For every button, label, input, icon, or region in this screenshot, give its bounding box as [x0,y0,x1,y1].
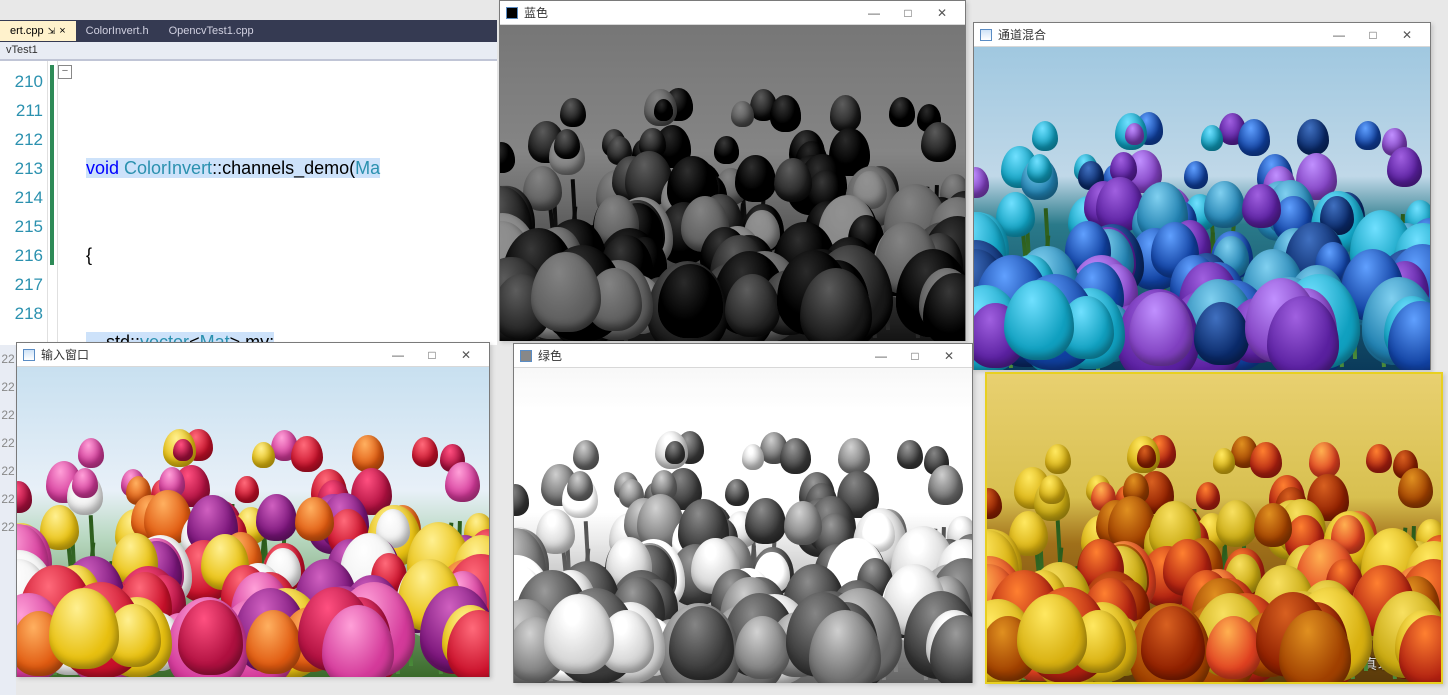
minimize-button[interactable]: — [1322,24,1356,46]
app-icon [980,29,992,41]
minimize-button[interactable]: — [864,345,898,367]
maximize-button[interactable]: □ [891,2,925,24]
maximize-button[interactable]: □ [898,345,932,367]
titlebar[interactable]: 输入窗口 — □ ✕ [17,343,489,367]
window-input[interactable]: 输入窗口 — □ ✕ [16,342,490,677]
window-title: 输入窗口 [41,346,89,363]
window-title: 绿色 [538,347,562,364]
image-input [17,367,489,677]
tab-label: ert.cpp [10,25,44,37]
collapse-toggle[interactable]: − [58,65,72,79]
tab-colorinvert-h[interactable]: ColorInvert.h [76,21,159,41]
close-icon[interactable]: × [59,25,65,37]
app-icon [506,7,518,19]
window-title: 蓝色 [524,4,548,21]
tab-opencvtest1[interactable]: OpencvTest1.cpp [159,21,264,41]
maximize-button[interactable]: □ [1356,24,1390,46]
maximize-button[interactable]: □ [415,344,449,366]
close-button[interactable]: ✕ [1390,24,1424,46]
titlebar[interactable]: 通道混合 — □ ✕ [974,23,1430,47]
window-green-channel[interactable]: 绿色 — □ ✕ [513,343,973,683]
image-green-channel [514,368,972,683]
line-number-gutter: 210211212 213214215 216217218 [0,61,48,345]
code-area[interactable]: − void ColorInvert::channels_demo(Ma { s… [58,61,497,345]
minimize-button[interactable]: — [857,2,891,24]
partial-gutter: 2222 2222 2222 22 [0,345,16,695]
close-button[interactable]: ✕ [932,345,966,367]
close-button[interactable]: ✕ [449,344,483,366]
app-icon [23,349,35,361]
titlebar[interactable]: 绿色 — □ ✕ [514,344,972,368]
code-editor[interactable]: 210211212 213214215 216217218 − void Col… [0,60,497,345]
window-rg-output[interactable]: CSDN @怕什么真理无穷 [985,372,1443,684]
image-rg: CSDN @怕什么真理无穷 [987,374,1441,682]
titlebar[interactable]: 蓝色 — □ ✕ [500,1,965,25]
change-tracker [48,61,58,345]
app-icon [520,350,532,362]
window-title: 通道混合 [998,26,1046,43]
file-tab-bar: ert.cpp ⇲ × ColorInvert.h OpencvTest1.cp… [0,20,497,42]
window-blue-channel[interactable]: 蓝色 — □ ✕ [499,0,966,341]
pin-icon[interactable]: ⇲ [48,26,56,37]
window-channel-mix[interactable]: 通道混合 — □ ✕ [973,22,1431,370]
scope-breadcrumb[interactable]: vTest1 [0,42,497,60]
tab-active[interactable]: ert.cpp ⇲ × [0,21,76,41]
image-channel-mix [974,47,1430,370]
minimize-button[interactable]: — [381,344,415,366]
image-blue-channel [500,25,965,341]
close-button[interactable]: ✕ [925,2,959,24]
